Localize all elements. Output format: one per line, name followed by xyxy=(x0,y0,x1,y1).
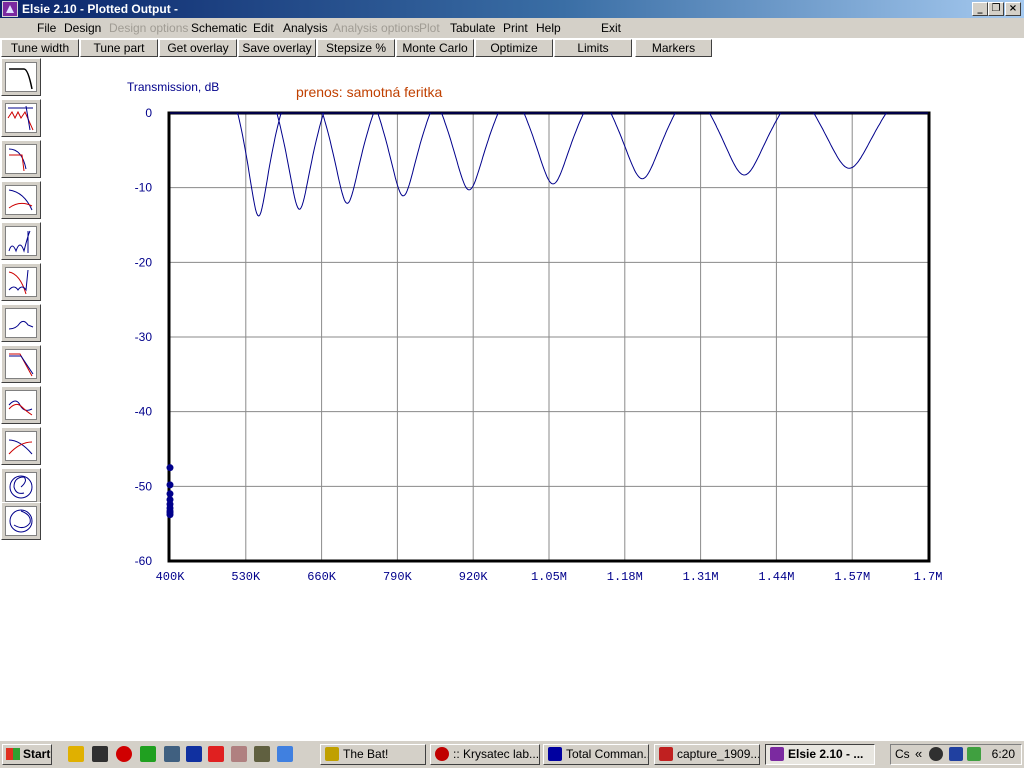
trace-start-marker xyxy=(166,511,174,519)
y-tick-label: -60 xyxy=(135,554,153,568)
task-the-bat[interactable]: The Bat! xyxy=(320,744,426,765)
trace-start-marker xyxy=(166,464,174,472)
x-tick-label: 400K xyxy=(156,570,186,584)
info-icon[interactable] xyxy=(231,746,247,762)
task-label: Elsie 2.10 - ... xyxy=(788,747,864,761)
frog-icon[interactable] xyxy=(140,746,156,762)
plot-annotation: prenos: samotná feritka xyxy=(296,84,443,100)
task-label: :: Krysatec lab... xyxy=(453,747,540,761)
y-tick-labels: 0 -10 -20 -30 -40 -50 -60 xyxy=(135,106,153,568)
ie-icon[interactable] xyxy=(277,746,293,762)
splat-icon[interactable] xyxy=(208,746,224,762)
x-tick-label: 1.44M xyxy=(758,570,794,584)
y-tick-label: -20 xyxy=(135,255,153,269)
x-tick-labels: 400K 530K 660K 790K 920K 1.05M 1.18M 1.31M 1.44M… xyxy=(156,570,943,584)
floppy-icon[interactable] xyxy=(186,746,202,762)
x-tick-label: 1.57M xyxy=(834,570,870,584)
x-tick-label: 660K xyxy=(307,570,337,584)
x-tick-label: 790K xyxy=(383,570,413,584)
task-elsie[interactable]: Elsie 2.10 - ... xyxy=(765,744,875,765)
start-button[interactable]: Start xyxy=(2,744,52,765)
x-tick-label: 1.18M xyxy=(607,570,643,584)
opera-icon xyxy=(435,747,449,761)
language-indicator[interactable]: Cs xyxy=(895,747,910,761)
x-tick-label: 1.05M xyxy=(531,570,567,584)
taskbar: Start The Bat! :: Krysatec lab... Total … xyxy=(0,740,1024,768)
gear-tray-icon[interactable] xyxy=(929,747,943,761)
y-tick-label: 0 xyxy=(145,106,152,120)
task-capture[interactable]: capture_1909... xyxy=(654,744,760,765)
y-tick-label: -10 xyxy=(135,181,153,195)
y-tick-label: -30 xyxy=(135,330,153,344)
calc-icon[interactable] xyxy=(254,746,270,762)
task-total-commander[interactable]: Total Comman... xyxy=(543,744,649,765)
winamp-icon[interactable] xyxy=(68,746,84,762)
task-label: Total Comman... xyxy=(566,747,649,761)
x-tick-label: 530K xyxy=(231,570,261,584)
transmission-plot: Transmission, dB prenos: samotná feritka… xyxy=(127,80,943,584)
windows-flag-icon xyxy=(6,748,20,760)
bat-icon xyxy=(325,747,339,761)
y-axis-label: Transmission, dB xyxy=(127,80,219,94)
task-krysatec[interactable]: :: Krysatec lab... xyxy=(430,744,540,765)
y-tick-label: -50 xyxy=(135,479,153,493)
start-label: Start xyxy=(23,747,51,761)
floppy-icon xyxy=(548,747,562,761)
elsie-app-icon xyxy=(770,747,784,761)
tray-expand-icon[interactable]: « xyxy=(915,746,922,761)
task-label: capture_1909... xyxy=(677,747,760,761)
opera-icon[interactable] xyxy=(116,746,132,762)
y-tick-label: -40 xyxy=(135,405,153,419)
shield-icon[interactable] xyxy=(164,746,180,762)
antivirus-tray-icon[interactable] xyxy=(967,747,981,761)
trace-start-marker xyxy=(166,481,174,489)
task-label: The Bat! xyxy=(343,747,389,761)
trace-start-marker xyxy=(166,490,174,498)
x-tick-label: 1.7M xyxy=(914,570,943,584)
x-tick-label: 1.31M xyxy=(683,570,719,584)
network-tray-icon[interactable] xyxy=(949,747,963,761)
clock: 6:20 xyxy=(991,747,1015,761)
system-tray: Cs « 6:20 xyxy=(890,744,1022,765)
x-tick-label: 920K xyxy=(459,570,489,584)
paint-icon xyxy=(659,747,673,761)
batmail-icon[interactable] xyxy=(92,746,108,762)
